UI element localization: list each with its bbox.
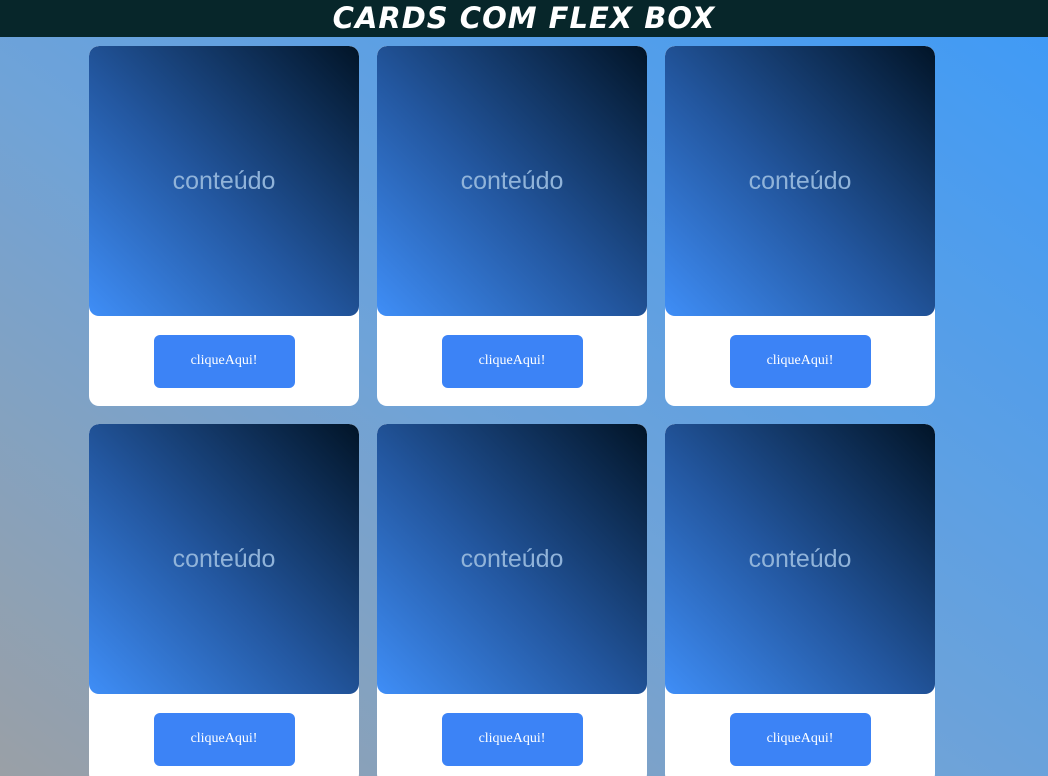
card-grid: conteúdo cliqueAqui! conteúdo cliqueAqui…: [89, 46, 935, 776]
card-content-label: conteúdo: [172, 166, 276, 195]
card-content-label: conteúdo: [748, 544, 852, 573]
card-content-label: conteúdo: [460, 166, 564, 195]
card: conteúdo cliqueAqui!: [377, 424, 647, 776]
click-here-button[interactable]: cliqueAqui!: [441, 334, 583, 388]
card-content: conteúdo: [89, 424, 359, 694]
card-content: conteúdo: [665, 424, 935, 694]
click-here-button[interactable]: cliqueAqui!: [153, 712, 295, 766]
card: conteúdo cliqueAqui!: [89, 424, 359, 776]
page-title: CARDS COM FLEX BOX: [332, 1, 716, 35]
card-footer: cliqueAqui!: [89, 316, 359, 406]
card-content: conteúdo: [377, 46, 647, 316]
click-here-button[interactable]: cliqueAqui!: [729, 712, 871, 766]
card-content: conteúdo: [665, 46, 935, 316]
card-content-label: conteúdo: [460, 544, 564, 573]
card-content-label: conteúdo: [748, 166, 852, 195]
card-content: conteúdo: [377, 424, 647, 694]
card-footer: cliqueAqui!: [665, 694, 935, 776]
click-here-button[interactable]: cliqueAqui!: [441, 712, 583, 766]
card: conteúdo cliqueAqui!: [665, 424, 935, 776]
card-footer: cliqueAqui!: [377, 694, 647, 776]
card-content-label: conteúdo: [172, 544, 276, 573]
card-content: conteúdo: [89, 46, 359, 316]
card-footer: cliqueAqui!: [89, 694, 359, 776]
click-here-button[interactable]: cliqueAqui!: [729, 334, 871, 388]
click-here-button[interactable]: cliqueAqui!: [153, 334, 295, 388]
card: conteúdo cliqueAqui!: [89, 46, 359, 406]
card-footer: cliqueAqui!: [377, 316, 647, 406]
card: conteúdo cliqueAqui!: [665, 46, 935, 406]
card-footer: cliqueAqui!: [665, 316, 935, 406]
card: conteúdo cliqueAqui!: [377, 46, 647, 406]
page-header: CARDS COM FLEX BOX: [0, 0, 1048, 37]
